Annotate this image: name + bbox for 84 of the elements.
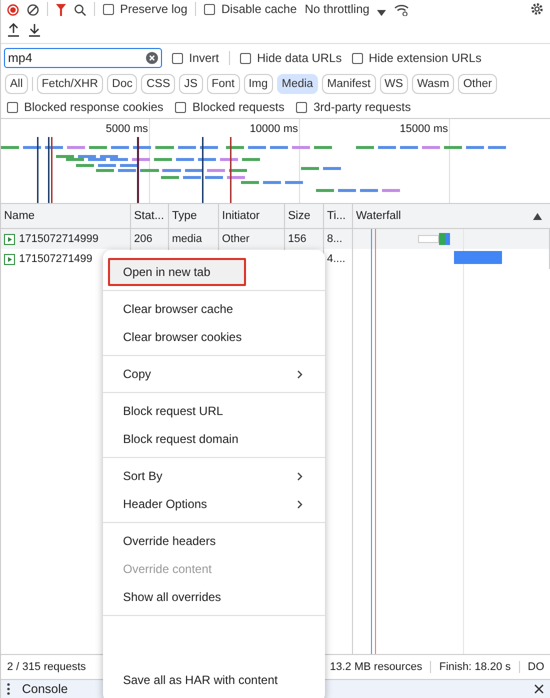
menu-item[interactable]: Override headers	[103, 527, 325, 555]
disable-cache-label: Disable cache	[221, 2, 297, 16]
table-cell-text: 1715072714999	[19, 232, 99, 247]
more-icon[interactable]	[7, 683, 10, 695]
download-icon[interactable]	[28, 23, 41, 37]
checkbox[interactable]	[7, 102, 18, 112]
waterfall-bar	[418, 233, 450, 245]
column-header[interactable]: Name	[4, 210, 35, 222]
type-filter-chip[interactable]: Manifest	[322, 74, 376, 94]
type-filter-chip[interactable]: Other	[458, 74, 497, 94]
table-cell-text: 171507271499	[19, 252, 92, 267]
time-tick-label: 5000 ms	[106, 123, 148, 135]
settings-icon[interactable]	[530, 2, 544, 16]
chevron-icon	[297, 500, 303, 508]
filter-option-label: Hide extension URLs	[368, 51, 482, 65]
table-cell: Other	[222, 233, 250, 245]
column-header[interactable]: Stat...	[134, 210, 164, 222]
search-icon[interactable]	[74, 4, 86, 16]
clear-icon[interactable]	[146, 52, 158, 64]
type-filter-chip[interactable]: CSS	[141, 74, 176, 94]
upload-icon[interactable]	[7, 23, 20, 37]
column-header[interactable]: Size	[288, 210, 310, 222]
filter-icon[interactable]	[56, 4, 66, 16]
checkbox[interactable]	[296, 102, 308, 112]
type-filter-chip[interactable]: Media	[276, 74, 318, 94]
throttling-dropdown[interactable]: No throttling	[304, 2, 370, 16]
media-file-icon	[4, 254, 15, 264]
type-filter-chip[interactable]: Doc	[107, 74, 138, 94]
waterfall-bar	[454, 251, 502, 264]
checkbox[interactable]	[352, 52, 363, 64]
time-tick-label: 15000 ms	[400, 123, 448, 135]
filter-option-label: Hide data URLs	[257, 51, 342, 65]
column-header[interactable]: Initiator	[222, 210, 260, 222]
close-icon[interactable]	[534, 684, 544, 694]
table-cell: 8...	[327, 233, 342, 245]
sort-icon[interactable]	[533, 212, 542, 220]
menu-item[interactable]: Show all overrides	[103, 583, 325, 611]
caret-icon[interactable]	[377, 10, 386, 16]
menu-item[interactable]: Copy	[103, 360, 325, 388]
media-file-icon	[4, 234, 15, 244]
clear-icon[interactable]	[27, 4, 39, 16]
checkbox[interactable]	[172, 52, 183, 64]
column-header[interactable]: Ti...	[327, 210, 346, 222]
menu-item[interactable]: Open in new tab	[108, 258, 246, 286]
table-cell: 156	[288, 233, 306, 245]
status-text: Finish: 18.20 s	[430, 661, 511, 673]
column-header[interactable]: Waterfall	[356, 204, 401, 228]
menu-item[interactable]: Block request domain	[103, 425, 325, 453]
preserve-log-label: Preserve log	[120, 2, 188, 16]
checkbox[interactable]	[240, 52, 252, 64]
type-filter-chip[interactable]: Wasm	[412, 74, 454, 94]
time-tick-label: 10000 ms	[250, 123, 298, 135]
chevron-icon	[297, 472, 303, 480]
status-text: 2 / 315 requests	[7, 661, 86, 673]
menu-item[interactable]: Clear browser cache	[103, 295, 325, 323]
wifi-settings-icon[interactable]	[394, 4, 410, 16]
type-filter-chip[interactable]: Img	[244, 74, 273, 94]
filter-option-label: 3rd-party requests	[313, 100, 411, 114]
table-cell: media	[172, 233, 202, 245]
type-filter-chip[interactable]: Font	[206, 74, 240, 94]
record-icon[interactable]	[7, 4, 19, 16]
filter-option-label: Blocked response cookies	[24, 100, 164, 114]
filter-field[interactable]: mp4	[4, 48, 162, 68]
table-cell: 206	[134, 233, 152, 245]
filter-option-label: Invert	[189, 51, 220, 65]
menu-item[interactable]: Header Options	[103, 490, 325, 518]
menu-item[interactable]: Sort By	[103, 462, 325, 490]
column-header[interactable]: Type	[172, 210, 197, 222]
menu-item[interactable]: Block request URL	[103, 397, 325, 425]
table-cell: 4....	[327, 253, 346, 265]
type-filter-chip[interactable]: All	[5, 74, 28, 94]
checkbox[interactable]	[204, 4, 216, 14]
menu-item[interactable]: Clear browser cookies	[103, 323, 325, 351]
type-filter-chip[interactable]: JS	[179, 74, 203, 94]
type-filter-chip[interactable]: WS	[380, 74, 408, 94]
type-filter-chip[interactable]: Fetch/XHR	[36, 74, 104, 94]
chevron-icon	[297, 370, 303, 378]
menu-item[interactable]: Save all as HAR with content	[103, 666, 325, 694]
checkbox[interactable]	[175, 102, 186, 112]
status-text: DO	[518, 661, 544, 673]
filter-option-label: Blocked requests	[192, 100, 284, 114]
drawer-tab[interactable]: Console	[22, 682, 68, 696]
status-text: 13.2 MB resources	[330, 661, 422, 673]
checkbox[interactable]	[103, 4, 114, 14]
